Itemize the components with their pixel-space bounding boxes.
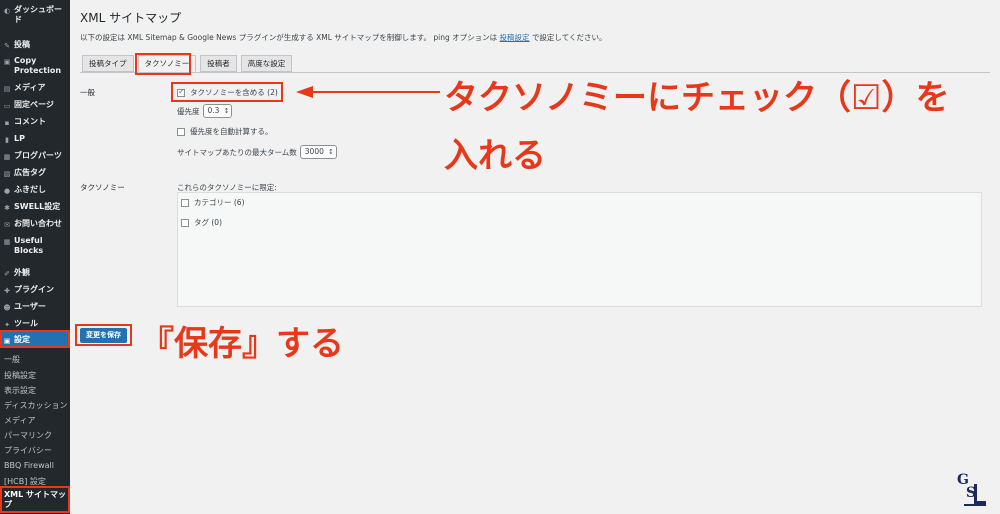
taxonomy-tag-item: タグ (0)	[181, 217, 222, 228]
site-logo-icon: G S	[957, 472, 986, 506]
highlight-save-button-box	[75, 324, 132, 346]
submenu-general[interactable]: 一般	[4, 354, 20, 365]
sidebar-item-contact[interactable]: ✉ お問い合わせ	[3, 219, 67, 229]
sidebar-item-users[interactable]: ☻ ユーザー	[3, 302, 67, 312]
highlight-taxonomy-tab-box	[135, 53, 191, 75]
shield-icon: ▣	[3, 58, 11, 66]
sidebar-item-lp[interactable]: ▮ LP	[3, 134, 67, 144]
page-icon: ▭	[3, 102, 11, 110]
submenu-permalinks[interactable]: パーマリンク	[4, 430, 52, 441]
dashboard-icon: ◐	[3, 7, 11, 15]
page-title: XML サイトマップ	[80, 11, 182, 25]
general-section-label: 一般	[80, 88, 95, 97]
sidebar-item-pages[interactable]: ▭ 固定ページ	[3, 100, 67, 110]
ad-icon: ▧	[3, 170, 11, 178]
taxonomies-section-label: タクソノミー	[80, 183, 125, 192]
category-checkbox[interactable]	[181, 198, 189, 207]
block-icon: ▦	[3, 153, 11, 161]
comment-icon: ▪	[4, 119, 10, 127]
mail-icon: ✉	[4, 221, 10, 229]
arrow-line	[312, 91, 440, 93]
sidebar-item-appearance[interactable]: ✐ 外観	[3, 268, 67, 278]
arrow-left-icon	[296, 86, 313, 98]
auto-priority-field: 優先度を自動計算する。	[177, 126, 273, 137]
annotation-check-line1: タクソノミーにチェック（☑）を	[444, 78, 950, 118]
submenu-privacy[interactable]: プライバシー	[4, 445, 52, 456]
media-icon: ▤	[3, 85, 11, 93]
page-icon: ▮	[5, 136, 9, 144]
annotation-check-line2: 入れる	[444, 136, 546, 176]
max-terms-field: サイトマップあたりの最大ターム数 3000	[177, 145, 337, 159]
sidebar-item-copy-protection[interactable]: ▣ Copy Protection	[3, 56, 67, 76]
sidebar-item-dashboard[interactable]: ◐ ダッシュボー ド	[3, 5, 67, 25]
highlight-xml-sitemap-box	[0, 486, 70, 513]
auto-priority-checkbox[interactable]	[177, 127, 185, 136]
submenu-media[interactable]: メディア	[4, 415, 35, 426]
plugin-icon: ✚	[4, 287, 10, 295]
submenu-writing[interactable]: 投稿設定	[4, 370, 36, 381]
sidebar-item-balloon[interactable]: ● ふきだし	[3, 185, 67, 195]
sidebar-item-posts[interactable]: ✎ 投稿	[3, 40, 67, 50]
submenu-bbq-firewall[interactable]: BBQ Firewall	[4, 461, 54, 470]
taxonomy-list-box: カテゴリー (6) タグ (0)	[177, 192, 982, 307]
highlight-include-checkbox-box	[171, 82, 283, 102]
tab-post-types[interactable]: 投稿タイプ	[82, 55, 134, 72]
sidebar-item-media[interactable]: ▤ メディア	[3, 83, 67, 93]
user-icon: ☻	[3, 304, 11, 312]
sidebar-item-tools[interactable]: ✦ ツール	[3, 319, 67, 329]
tag-checkbox[interactable]	[181, 218, 189, 227]
pin-icon: ✎	[4, 42, 10, 50]
writing-settings-link[interactable]: 投稿設定	[500, 33, 530, 42]
submenu-reading[interactable]: 表示設定	[4, 385, 36, 396]
admin-sidebar: ◐ ダッシュボー ド ✎ 投稿 ▣ Copy Protection ▤ メディア ▭ 固定…	[0, 0, 70, 514]
highlight-settings-box	[0, 330, 70, 348]
gear-icon: ✱	[4, 204, 10, 212]
balloon-icon: ●	[3, 187, 11, 195]
taxonomy-category-item: カテゴリー (6)	[181, 197, 245, 208]
max-terms-select[interactable]: 3000	[299, 145, 337, 159]
block-icon: ▦	[3, 238, 11, 246]
sidebar-item-blog-parts[interactable]: ▦ ブログパーツ	[3, 151, 67, 161]
priority-select[interactable]: 0.3	[202, 104, 233, 118]
wrench-icon: ✦	[4, 321, 10, 329]
tab-authors[interactable]: 投稿者	[200, 55, 237, 72]
annotation-save: 『保存』する	[140, 324, 344, 364]
priority-field: 優先度 0.3	[177, 104, 233, 118]
sidebar-item-useful-blocks[interactable]: ▦ Useful Blocks	[3, 236, 67, 256]
submenu-discussion[interactable]: ディスカッション	[4, 400, 67, 411]
brush-icon: ✐	[4, 270, 10, 278]
tab-advanced[interactable]: 高度な設定	[240, 55, 293, 72]
sidebar-item-plugins[interactable]: ✚ プラグイン	[3, 285, 67, 295]
page-description: 以下の設定は XML Sitemap & Google News プラグインが生…	[80, 33, 607, 42]
sidebar-item-comments[interactable]: ▪ コメント	[3, 117, 67, 127]
sidebar-item-swell-settings[interactable]: ✱ SWELL設定	[3, 202, 67, 212]
sidebar-item-ad-tags[interactable]: ▧ 広告タグ	[3, 168, 67, 178]
